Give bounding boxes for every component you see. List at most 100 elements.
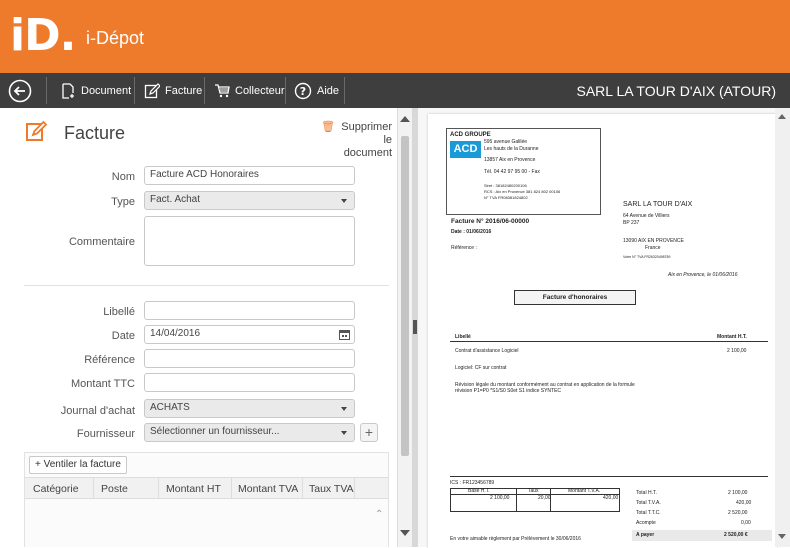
col-libelle: Libellé — [455, 334, 471, 340]
montant-ttc-label: Montant TTC — [71, 378, 135, 390]
journal-select[interactable]: ACHATS — [144, 399, 355, 418]
app-header: iD. i-Dépot — [0, 0, 790, 73]
facture-button[interactable]: Facture — [144, 73, 202, 108]
back-arrow-icon — [8, 79, 32, 102]
col-montant-tva[interactable]: Montant TVA — [238, 483, 298, 495]
acd-logo-text: ACD — [453, 143, 478, 155]
ventiler-button[interactable]: + Ventiler la facture — [29, 456, 127, 474]
fournisseur-value: Sélectionner un fournisseur... — [150, 426, 280, 437]
vat-base-value: 2 100,00 — [490, 495, 510, 501]
form-scrollbar[interactable] — [397, 108, 412, 547]
fournisseur-label: Fournisseur — [76, 428, 135, 440]
sender-address-2: Les hauts de la Duranne — [484, 146, 539, 152]
date-value: 14/04/2016 — [150, 328, 201, 339]
add-fournisseur-button[interactable]: + — [360, 423, 378, 442]
reference-field[interactable] — [144, 349, 355, 368]
fournisseur-select[interactable]: Sélectionner un fournisseur... — [144, 423, 355, 442]
commentaire-field[interactable] — [144, 216, 355, 266]
total-tva-label: Total T.V.A. — [636, 500, 661, 506]
invoice-number: Facture N° 2016/06-00000 — [451, 218, 530, 225]
document-button[interactable]: Document — [60, 73, 131, 108]
recipient-address-1: 64 Avenue de Villiers — [623, 213, 670, 219]
ventiler-section: + Ventiler la facture Catégorie Poste Mo… — [24, 452, 389, 547]
invoice-line-2: Logiciel: CF sur contrat — [455, 365, 507, 371]
trash-icon: 🗑 — [321, 121, 336, 133]
recipient-tva: Votre N° TVA FR26320498789 — [623, 255, 671, 259]
total-ttc-value: 2 520,00 — [728, 510, 748, 516]
type-value: Fact. Achat — [150, 194, 201, 205]
collecteur-button-label: Collecteur — [235, 84, 285, 97]
invoice-line-1: Contrat d'assistance Logiciel — [455, 348, 519, 354]
reference-label: Référence — [84, 354, 135, 366]
col-categorie[interactable]: Catégorie — [33, 483, 79, 495]
scroll-down-icon[interactable] — [778, 534, 786, 539]
nom-field[interactable]: Facture ACD Honoraires — [144, 166, 355, 185]
vat-col-montant: Montant T.V.A. — [568, 488, 601, 494]
delete-document-button[interactable]: 🗑 Supprimer le document — [310, 121, 392, 160]
edit-document-icon — [26, 120, 47, 141]
sender-phone: Tél. 04 42 97 95 00 - Fax — [484, 169, 540, 175]
doc-title: Facture d'honoraires — [542, 294, 608, 301]
app-logo: iD. — [10, 10, 76, 61]
page-title: Facture — [64, 123, 126, 143]
vat-col-base: Base H.T. — [468, 488, 490, 494]
date-field[interactable]: 14/04/2016 — [144, 325, 355, 344]
document-button-label: Document — [81, 84, 132, 97]
type-label: Type — [111, 196, 135, 208]
commentaire-label: Commentaire — [68, 236, 135, 248]
help-icon: ? — [294, 82, 312, 99]
scroll-up-icon[interactable] — [400, 116, 410, 122]
company-name: SARL LA TOUR D'AIX (ATOUR) — [576, 83, 777, 99]
recipient-name: SARL LA TOUR D'AIX — [623, 201, 693, 208]
sender-name: ACD GROUPE — [450, 132, 491, 138]
invoice-ics: ICS : FR123456789 — [450, 480, 495, 486]
libelle-field[interactable] — [144, 301, 355, 320]
invoice-line-3b: révision P1=P0 *S1/S0 S0et S1 indice SYN… — [455, 388, 562, 394]
recipient-address-3: 13090 AIX EN PROVENCE — [623, 238, 684, 244]
total-ttc-label: Total T.T.C. — [636, 510, 661, 516]
collecteur-button[interactable]: Collecteur — [214, 73, 285, 108]
type-select[interactable]: Fact. Achat — [144, 191, 355, 210]
journal-label: Journal d'achat — [60, 405, 135, 417]
facture-button-label: Facture — [165, 84, 203, 97]
scroll-up-icon[interactable] — [778, 114, 786, 119]
delete-label-2: document — [343, 147, 392, 159]
date-label: Date — [111, 330, 135, 342]
journal-value: ACHATS — [150, 402, 190, 413]
invoice-page: ACD GROUPE ACD 595 avenue Galilée Les ha… — [428, 114, 777, 548]
plus-icon: + — [35, 459, 44, 470]
col-taux-tva[interactable]: Taux TVA — [309, 483, 354, 495]
calendar-icon[interactable] — [339, 329, 350, 340]
cart-icon — [215, 83, 230, 97]
table-scroll-up-icon[interactable]: ⌃ — [375, 509, 383, 520]
vat-col-taux: Taux — [528, 488, 539, 494]
montant-ttc-field[interactable] — [144, 373, 355, 392]
acd-logo: ACD — [450, 141, 481, 158]
scrollbar-thumb[interactable] — [401, 136, 409, 456]
recipient-country: France — [645, 245, 661, 251]
sender-tva: N° TVA FR08381824802 — [484, 195, 528, 200]
invoice-date: Date : 01/06/2016 — [451, 229, 492, 235]
toolbar: Document Facture Collecteur ? Aide SARL … — [0, 73, 790, 108]
col-montant-ht[interactable]: Montant HT — [166, 483, 221, 495]
acompte-label: Acompte — [636, 520, 656, 526]
sender-address-3: 13857 Aix en Provence — [484, 157, 536, 163]
document-preview-panel: ACD GROUPE ACD 595 avenue Galilée Les ha… — [418, 108, 790, 548]
acompte-value: 0,00 — [741, 520, 751, 526]
total-ht-label: Total H.T. — [636, 490, 657, 496]
sender-address-1: 595 avenue Galilée — [484, 139, 528, 145]
invoice-line-1-amount: 2 100,00 — [727, 348, 747, 354]
recipient-address-2: BP 237 — [623, 220, 640, 226]
total-ht-value: 2 100,00 — [728, 490, 748, 496]
preview-scrollbar[interactable] — [775, 108, 790, 547]
total-tva-value: 420,00 — [736, 500, 752, 506]
col-poste[interactable]: Poste — [101, 483, 128, 495]
payment-footer: En votre aimable règlement par Prélèveme… — [450, 536, 581, 542]
aide-button[interactable]: ? Aide — [294, 73, 339, 108]
invoice-place-date: Aix en Provence, le 01/06/2016 — [668, 272, 738, 278]
chevron-down-icon — [341, 199, 347, 203]
back-button[interactable] — [8, 73, 32, 108]
scroll-down-icon[interactable] — [400, 530, 410, 536]
new-document-icon — [62, 82, 74, 99]
vat-taux-value: 20,00 — [538, 495, 551, 501]
